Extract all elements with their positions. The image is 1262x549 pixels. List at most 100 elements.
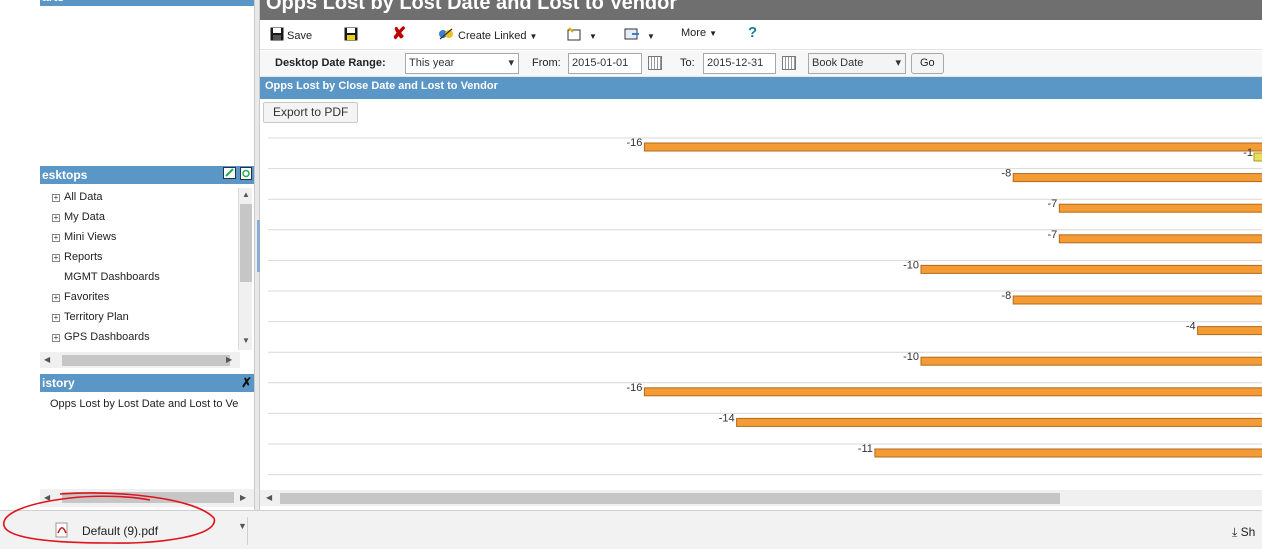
calendar-icon[interactable] — [648, 56, 662, 70]
help-icon[interactable]: ? — [748, 24, 757, 41]
scroll-right-icon[interactable]: ▶ — [226, 355, 232, 364]
bar-data-label: -7 — [1048, 198, 1058, 210]
history-panel-header: istory ✗ — [40, 374, 254, 392]
bar-data-label: -8 — [1001, 290, 1011, 302]
tree-item-mgmt-dashboards[interactable]: MGMT Dashboards — [52, 268, 238, 288]
pdf-file-icon — [55, 522, 68, 538]
download-item[interactable]: Default (9).pdf ▼ — [52, 517, 248, 545]
expand-icon[interactable]: + — [52, 214, 60, 222]
expand-icon[interactable]: + — [52, 254, 60, 262]
desktops-tree: + All Data + My Data + Mini Views + Reports … — [52, 188, 238, 348]
scroll-left-icon[interactable]: ◀ — [44, 493, 50, 502]
bar — [1058, 234, 1262, 244]
bar — [920, 356, 1262, 366]
bar — [1197, 326, 1262, 336]
download-file-name: Default (9).pdf — [82, 524, 159, 538]
chevron-down-icon[interactable]: ▼ — [238, 521, 247, 531]
from-date-input[interactable]: 2015-01-01 — [568, 53, 642, 74]
tree-item-all-data[interactable]: + All Data — [52, 188, 238, 208]
date-field-select[interactable]: Book Date — [808, 53, 906, 74]
history-panel-title: istory — [42, 376, 75, 390]
desktops-panel-title: esktops — [42, 168, 88, 182]
calendar-icon[interactable] — [782, 56, 796, 70]
export-pdf-button[interactable]: Export to PDF — [263, 102, 359, 123]
bar — [1012, 295, 1262, 305]
clear-history-icon[interactable]: ✗ — [241, 375, 252, 391]
more-menu[interactable]: More ▼ — [681, 27, 717, 39]
bar-data-label: -14 — [719, 412, 735, 424]
report-pane: Opps Lost by Lost Date and Lost to Vendo… — [260, 0, 1262, 510]
download-bar: Default (9).pdf ▼ ⤓ Sh — [0, 510, 1262, 549]
export-icon — [624, 28, 639, 40]
expand-icon[interactable]: + — [52, 294, 60, 302]
bar-data-label: -8 — [1001, 168, 1011, 180]
bar-data-label: -11 — [858, 443, 873, 455]
refresh-desktop-icon[interactable] — [240, 167, 252, 180]
left-pane: arts ⌃⌃ ✕ esktops +All Data +My Data +Mi… — [0, 0, 254, 510]
history-horizontal-scrollbar[interactable]: ◀ ▶ — [40, 489, 254, 507]
chart-svg: -16 -8 -7 -7 -10 -8 -4 -10 -16 -14 -11 -1 — [268, 137, 1262, 476]
scroll-thumb[interactable] — [240, 204, 252, 282]
scroll-thumb[interactable] — [62, 355, 230, 366]
page-title: Opps Lost by Lost Date and Lost to Vendo… — [266, 0, 678, 14]
save-as-icon — [344, 27, 358, 41]
download-icon: ⤓ — [1232, 525, 1238, 539]
floppy-disk-icon — [270, 27, 284, 41]
scroll-left-icon[interactable]: ◀ — [44, 355, 50, 364]
scroll-down-icon[interactable]: ▼ — [242, 336, 250, 345]
bar — [874, 448, 1262, 458]
bar-data-label: -16 — [626, 382, 642, 394]
expand-icon[interactable]: + — [52, 314, 60, 322]
go-button[interactable]: Go — [911, 53, 944, 74]
create-linked-button[interactable]: Create Linked ▼ — [438, 27, 537, 42]
title-bar: Opps Lost by Lost Date and Lost to Vendo… — [260, 0, 1262, 20]
expand-icon[interactable]: + — [52, 194, 60, 202]
pin-icon[interactable]: ⌃⌃ — [224, 0, 241, 3]
toolbar: Save ✘ Create Linked ▼ ▼ ▼ More ▼ ? — [260, 20, 1262, 50]
new-item-dropdown[interactable]: ▼ — [566, 27, 597, 42]
scroll-thumb[interactable] — [62, 492, 234, 503]
charts-panel-header: arts ⌃⌃ ✕ — [40, 0, 254, 6]
desktops-panel-header: esktops — [40, 166, 254, 184]
save-button[interactable]: Save — [270, 27, 312, 42]
tree-item-gps-dashboards[interactable]: + GPS Dashboards — [52, 328, 238, 348]
save-as-button[interactable] — [344, 27, 362, 42]
bar — [920, 264, 1262, 274]
new-item-icon — [567, 27, 581, 41]
bar — [1253, 152, 1262, 162]
delete-icon[interactable]: ✘ — [392, 24, 406, 44]
tree-item-reports[interactable]: + Reports — [52, 248, 238, 268]
tree-item-territory-plan[interactable]: + Territory Plan — [52, 308, 238, 328]
scroll-thumb[interactable] — [280, 493, 1060, 504]
scroll-left-icon[interactable]: ◀ — [266, 493, 272, 502]
bar — [1058, 203, 1262, 213]
bar-data-label: -1 — [1243, 147, 1253, 159]
desktops-horizontal-scrollbar[interactable]: ◀ ▶ — [40, 352, 240, 368]
date-range-select[interactable]: This year — [405, 53, 519, 74]
desktops-vertical-scrollbar[interactable]: ▲ ▼ — [238, 188, 252, 350]
desktops-header-icons — [222, 167, 252, 183]
bar — [643, 142, 1262, 152]
tree-item-favorites[interactable]: + Favorites — [52, 288, 238, 308]
show-all-downloads-link[interactable]: ⤓ Sh — [1232, 525, 1255, 540]
tree-item-my-data[interactable]: + My Data — [52, 208, 238, 228]
export-dropdown[interactable]: ▼ — [624, 27, 655, 42]
create-linked-icon — [439, 28, 453, 40]
edit-desktop-icon[interactable] — [222, 167, 237, 180]
filter-bar: Desktop Date Range: This year From: 2015… — [260, 51, 1262, 77]
bar — [1012, 173, 1262, 183]
to-label: To: — [680, 57, 695, 69]
bar-data-label: -7 — [1048, 229, 1058, 241]
date-range-label: Desktop Date Range: — [275, 57, 386, 69]
scroll-right-icon[interactable]: ▶ — [240, 493, 246, 502]
panel-header-icons[interactable]: ⌃⌃ ✕ — [224, 0, 253, 3]
tree-item-mini-views[interactable]: + Mini Views — [52, 228, 238, 248]
to-date-input[interactable]: 2015-12-31 — [703, 53, 776, 74]
scroll-up-icon[interactable]: ▲ — [242, 190, 250, 199]
history-item[interactable]: Opps Lost by Lost Date and Lost to Ve — [50, 398, 238, 410]
from-label: From: — [532, 57, 561, 69]
expand-icon[interactable]: + — [52, 334, 60, 342]
close-icon[interactable]: ✕ — [244, 0, 252, 3]
report-horizontal-scrollbar[interactable]: ◀ — [260, 490, 1262, 506]
expand-icon[interactable]: + — [52, 234, 60, 242]
